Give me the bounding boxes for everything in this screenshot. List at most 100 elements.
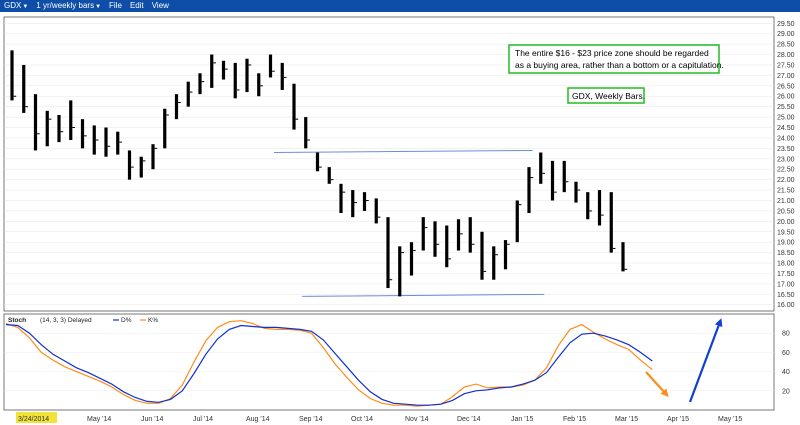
price-tick-label: 23.00 bbox=[777, 156, 795, 163]
price-bar-range bbox=[503, 240, 508, 270]
x-tick-label: Jul '14 bbox=[193, 416, 213, 423]
price-bar-range bbox=[210, 54, 214, 88]
chevron-down-icon: ▼ bbox=[95, 3, 102, 10]
x-tick-label: May '15 bbox=[718, 416, 742, 423]
menu-file[interactable]: File bbox=[105, 0, 126, 12]
price-bar-range bbox=[374, 198, 378, 224]
price-bar-range bbox=[186, 81, 190, 107]
stoch-panel bbox=[3, 313, 775, 411]
price-tick-label: 20.50 bbox=[777, 208, 795, 215]
annotation-line-1: The entire $16 - $23 price zone should b… bbox=[515, 48, 709, 58]
price-tick-label: 20.00 bbox=[777, 219, 795, 226]
legend-k-label: K% bbox=[148, 317, 158, 324]
price-bar-range bbox=[398, 246, 402, 297]
period-dropdown[interactable]: 1 yr/weekly bars▼ bbox=[32, 0, 105, 13]
price-bar-range bbox=[116, 131, 120, 155]
stoch-tick-label: 20 bbox=[782, 388, 790, 395]
price-bar-range bbox=[10, 50, 14, 101]
x-tick-label: Mar '15 bbox=[615, 416, 638, 423]
price-tick-label: 17.50 bbox=[777, 271, 795, 278]
price-tick-label: 24.00 bbox=[777, 135, 795, 142]
price-tick-label: 28.50 bbox=[777, 42, 795, 49]
price-tick-label: 24.50 bbox=[777, 125, 795, 132]
price-tick-label: 29.50 bbox=[777, 21, 795, 28]
x-tick-label: Sep '14 bbox=[299, 416, 323, 423]
price-bar-range bbox=[69, 100, 73, 141]
symbol-label: GDX bbox=[4, 0, 22, 10]
price-bar-range bbox=[304, 117, 308, 149]
price-tick-label: 17.00 bbox=[777, 281, 795, 288]
stoch-tick-label: 60 bbox=[782, 350, 790, 357]
price-bar-range bbox=[198, 73, 202, 95]
price-bar-range bbox=[586, 192, 590, 220]
chevron-down-icon: ▼ bbox=[22, 3, 29, 10]
price-tick-label: 18.50 bbox=[777, 250, 795, 257]
price-tick-label: 29.00 bbox=[777, 31, 795, 38]
price-bar-range bbox=[351, 190, 355, 218]
price-bar-range bbox=[339, 183, 343, 213]
price-bar-range bbox=[22, 64, 26, 113]
x-tick-label: Feb '15 bbox=[563, 416, 586, 423]
x-axis: 3/24/2014 May '14 Jun '14 Jul '14 Aug '14 Sep… bbox=[18, 416, 742, 423]
price-tick-label: 27.50 bbox=[777, 62, 795, 69]
x-tick-label: Jun '14 bbox=[141, 416, 163, 423]
x-tick-label: May '14 bbox=[87, 416, 111, 423]
price-bar-range bbox=[515, 200, 519, 243]
price-bar-range bbox=[409, 242, 414, 276]
price-bar-range bbox=[257, 73, 261, 97]
price-bar-range bbox=[562, 160, 566, 193]
price-bar-range bbox=[315, 152, 320, 172]
price-bar-range bbox=[327, 167, 331, 184]
price-tick-label: 21.50 bbox=[777, 188, 795, 195]
price-bar-range bbox=[139, 156, 143, 178]
price-bar-range bbox=[539, 152, 543, 184]
stoch-tick-label: 80 bbox=[782, 331, 790, 338]
x-tick-label: 3/24/2014 bbox=[18, 416, 49, 423]
stoch-params: (14, 3, 3) Delayed bbox=[40, 317, 92, 324]
price-tick-label: 19.50 bbox=[777, 229, 795, 236]
price-bar-range bbox=[362, 192, 367, 211]
price-bar-range bbox=[280, 62, 284, 90]
price-tick-label: 18.00 bbox=[777, 261, 795, 268]
price-bar-range bbox=[80, 119, 85, 149]
price-tick-label: 28.00 bbox=[777, 52, 795, 59]
symbol-dropdown[interactable]: GDX▼ bbox=[0, 0, 32, 13]
price-tick-label: 26.50 bbox=[777, 83, 795, 90]
price-bar-range bbox=[386, 217, 390, 289]
price-bar-range bbox=[245, 58, 249, 93]
price-tick-label: 23.50 bbox=[777, 146, 795, 153]
price-bar-range bbox=[550, 160, 555, 201]
price-bar-range bbox=[456, 219, 461, 251]
annotation-line-2: as a buying area, rather than a bottom o… bbox=[515, 60, 724, 70]
price-bar-range bbox=[174, 94, 179, 120]
x-tick-label: Nov '14 bbox=[405, 416, 429, 423]
menu-view[interactable]: View bbox=[148, 0, 173, 12]
price-bar-range bbox=[445, 225, 449, 268]
price-bar-range bbox=[597, 190, 602, 226]
price-bar-range bbox=[574, 181, 578, 203]
price-bar-range bbox=[233, 62, 237, 99]
price-bar-range bbox=[527, 167, 531, 213]
price-bar-range bbox=[492, 246, 496, 280]
price-bar-range bbox=[268, 54, 273, 78]
menu-edit[interactable]: Edit bbox=[126, 0, 148, 12]
price-bar-range bbox=[163, 108, 167, 149]
x-tick-label: Oct '14 bbox=[351, 416, 373, 423]
price-bar-range bbox=[104, 127, 108, 157]
price-tick-label: 26.00 bbox=[777, 94, 795, 101]
chart-title: GDX, Weekly Bars. bbox=[572, 91, 645, 101]
price-tick-label: 22.00 bbox=[777, 177, 795, 184]
stoch-name: Stoch bbox=[8, 317, 26, 324]
price-tick-label: 25.50 bbox=[777, 104, 795, 111]
chart-area: 29.50 29.00 28.50 28.00 27.50 27.00 26.50 26.00… bbox=[3, 16, 795, 423]
price-bar-range bbox=[433, 221, 437, 257]
price-bar-range bbox=[33, 94, 38, 151]
price-tick-label: 21.00 bbox=[777, 198, 795, 205]
price-bar-range bbox=[621, 242, 625, 272]
price-tick-label: 19.00 bbox=[777, 240, 795, 247]
period-label: 1 yr/weekly bars bbox=[36, 0, 95, 10]
price-bar-range bbox=[127, 150, 132, 180]
price-bar-range bbox=[57, 115, 61, 143]
legend-d-label: D% bbox=[121, 317, 132, 324]
x-tick-label: Aug '14 bbox=[246, 416, 270, 423]
